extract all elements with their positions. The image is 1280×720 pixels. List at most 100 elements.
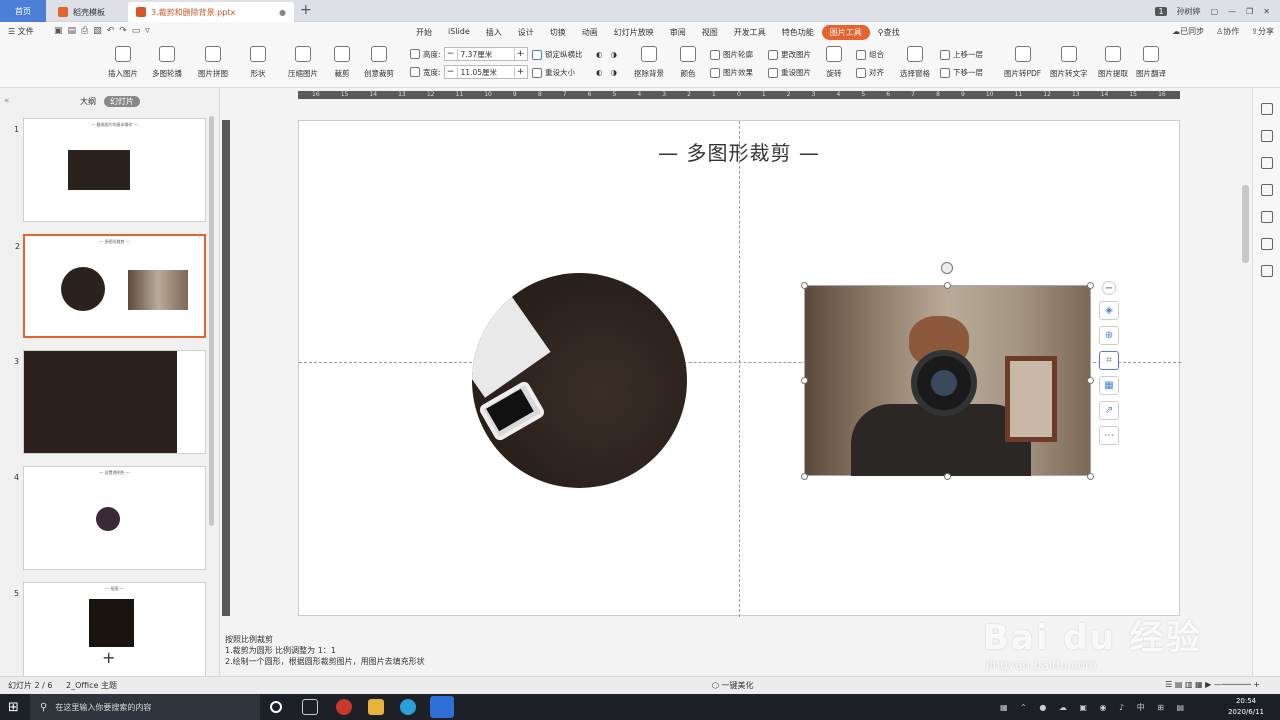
collapse-toolbar-icon[interactable]: − (1102, 281, 1116, 295)
cortana-icon[interactable] (270, 701, 282, 713)
text-icon[interactable] (1260, 211, 1273, 223)
file-menu[interactable]: ☰ 文件 (8, 26, 34, 37)
picture-frame-icon[interactable]: ▦ (1099, 376, 1119, 395)
slide-thumbnail-2[interactable]: 2 — 多图形裁剪 — (15, 234, 206, 338)
view-mode-icons[interactable]: ☰ ▤ ▥ ▦ ▶ —────── + (1165, 680, 1260, 689)
copy-format-icon[interactable] (1260, 157, 1273, 169)
picture-collage-button[interactable]: 图片拼图 (198, 46, 228, 79)
recorder-app-icon[interactable] (336, 699, 352, 715)
creative-crop-button[interactable]: 创意裁剪 (364, 46, 394, 79)
canvas-scrollbar[interactable] (1242, 185, 1249, 263)
align-button[interactable]: 对齐 (856, 67, 884, 78)
color-button[interactable]: 颜色 (680, 46, 696, 79)
collapse-panel-icon[interactable]: « (4, 96, 10, 106)
crop-button[interactable]: 裁剪 (334, 46, 350, 79)
wps-taskbar-icon[interactable] (430, 696, 454, 718)
menu-item-animation[interactable]: 动画 (574, 25, 606, 40)
lock-ratio-checkbox[interactable]: 锁定纵横比 (532, 49, 583, 60)
new-tab-button[interactable]: + (300, 2, 312, 18)
beautify-button[interactable]: ⬡ 一键美化 (712, 680, 754, 691)
rotate-handle[interactable] (941, 262, 953, 274)
multi-carousel-button[interactable]: 多图轮播 (152, 46, 182, 79)
height-decrement[interactable]: − (445, 49, 457, 59)
resize-handle-s[interactable] (944, 473, 951, 480)
image-icon[interactable] (1260, 184, 1273, 196)
collab-button[interactable]: ♙协作 (1216, 26, 1239, 37)
picture-to-text-button[interactable]: 图片转文字 (1050, 46, 1088, 79)
properties-icon[interactable] (1260, 103, 1273, 115)
resize-handle-sw[interactable] (801, 473, 808, 480)
rotate-button[interactable]: 旋转 (826, 46, 842, 79)
user-name[interactable]: 孙树婷 (1177, 6, 1201, 17)
tab-docer-template[interactable]: 稻壳模板 (50, 2, 124, 22)
menu-item-search[interactable]: ⚲查找 (870, 25, 908, 40)
height-stepper[interactable]: −7.37厘米 + (443, 47, 528, 61)
selected-photographer-photo[interactable] (804, 285, 1091, 476)
change-picture-button[interactable]: 更改图片 (768, 49, 811, 60)
resize-handle-ne[interactable] (1087, 282, 1094, 289)
width-increment[interactable]: + (515, 67, 527, 77)
windows-start-icon[interactable]: ⊞ (8, 700, 19, 715)
picture-extract-button[interactable]: 图片提取 (1098, 46, 1128, 79)
tab-document[interactable]: 3.裁剪和删除背景.pptx ● (128, 2, 294, 22)
contrast-adjust-icons[interactable]: ◐◑ (596, 68, 625, 77)
width-value[interactable]: 11.05厘米 (456, 66, 515, 78)
slide-thumbnail-5[interactable]: 5 — 抠图 — (14, 582, 206, 686)
link-icon[interactable]: ⇗ (1099, 401, 1119, 420)
close-window-icon[interactable]: ✕ (1263, 7, 1270, 16)
minimize-icon[interactable]: — (1228, 7, 1236, 16)
maximize-icon[interactable]: ❐ (1246, 7, 1253, 16)
menu-item-slideshow[interactable]: 幻灯片放映 (606, 25, 662, 40)
system-clock[interactable]: 20:54 2020/6/11 (1228, 696, 1264, 718)
selection-pane-button[interactable]: 选择窗格 (900, 46, 930, 79)
group-button[interactable]: 组合 (856, 49, 884, 60)
bring-forward-button[interactable]: 上移一层 (940, 49, 983, 60)
picture-effect-button[interactable]: 图片效果 (710, 67, 753, 78)
tab-slides[interactable]: 幻灯片 (104, 96, 140, 107)
resize-handle-n[interactable] (944, 282, 951, 289)
sync-button[interactable]: ☁已同步 (1172, 26, 1204, 37)
menu-item-developer[interactable]: 开发工具 (726, 25, 774, 40)
share-button[interactable]: ⇪分享 (1251, 26, 1274, 37)
picture-translate-button[interactable]: 图片翻译 (1136, 46, 1166, 79)
layers-icon[interactable]: ◈ (1099, 301, 1119, 320)
panel-scrollbar[interactable] (209, 116, 214, 526)
slide-canvas[interactable]: — 多图形裁剪 — − ◈ ⊕ ⌗ ▦ ⇗ ⋯ (298, 120, 1181, 617)
reset-size-button[interactable]: 重设大小 (532, 67, 575, 78)
quick-access-icons[interactable]: ▣▤⎙▧↶↷▭▿ (54, 26, 155, 36)
menu-item-insert[interactable]: 插入 (478, 25, 510, 40)
backup-icon[interactable] (1260, 238, 1273, 250)
slide-thumbnail-3[interactable]: 3 (14, 350, 206, 454)
resize-handle-se[interactable] (1087, 473, 1094, 480)
menu-item-view[interactable]: 视图 (694, 25, 726, 40)
send-backward-button[interactable]: 下移一层 (940, 67, 983, 78)
picture-border-button[interactable]: 图片轮廓 (710, 49, 753, 60)
insert-picture-button[interactable]: 插入图片 (108, 46, 138, 79)
window-count-badge[interactable]: 1 (1155, 6, 1167, 16)
system-tray-icons[interactable]: ▦ ⌃ ● ☁ ▣ ◉ ♪ 中 ⊞ ▤ (1000, 702, 1189, 713)
reset-picture-button[interactable]: 重设图片 (768, 67, 811, 78)
menu-item-design[interactable]: 设计 (510, 25, 542, 40)
close-tab-icon[interactable]: ● (279, 8, 286, 17)
menu-item-review[interactable]: 审阅 (662, 25, 694, 40)
menu-item-home[interactable]: 开始 (408, 25, 440, 40)
vertical-guide-line[interactable] (739, 121, 740, 617)
shape-style-icon[interactable] (1260, 130, 1273, 142)
width-decrement[interactable]: − (445, 67, 457, 77)
menu-item-features[interactable]: 特色功能 (774, 25, 822, 40)
height-increment[interactable]: + (515, 49, 527, 59)
remove-background-button[interactable]: 抠除背景 (634, 46, 664, 79)
task-view-icon[interactable] (302, 699, 318, 715)
picture-to-pdf-button[interactable]: 图片转PDF (1004, 46, 1041, 79)
add-slide-button[interactable]: + (102, 648, 115, 667)
height-value[interactable]: 7.37厘米 (456, 48, 515, 60)
zoom-icon[interactable]: ⊕ (1099, 326, 1119, 345)
slide-thumbnail-4[interactable]: 4 — 设置透明色 — (14, 466, 206, 570)
menu-item-islide[interactable]: iSlide (440, 25, 478, 40)
slide-thumbnail-1[interactable]: 1 — 截成图片的基本操作 — (14, 118, 206, 222)
tab-outline[interactable]: 大纲 (80, 96, 96, 107)
skin-icon[interactable]: ▢ (1211, 7, 1219, 16)
resize-handle-nw[interactable] (801, 282, 808, 289)
file-explorer-icon[interactable] (368, 699, 384, 715)
color-adjust-icons[interactable]: ◐◑ (596, 50, 625, 59)
